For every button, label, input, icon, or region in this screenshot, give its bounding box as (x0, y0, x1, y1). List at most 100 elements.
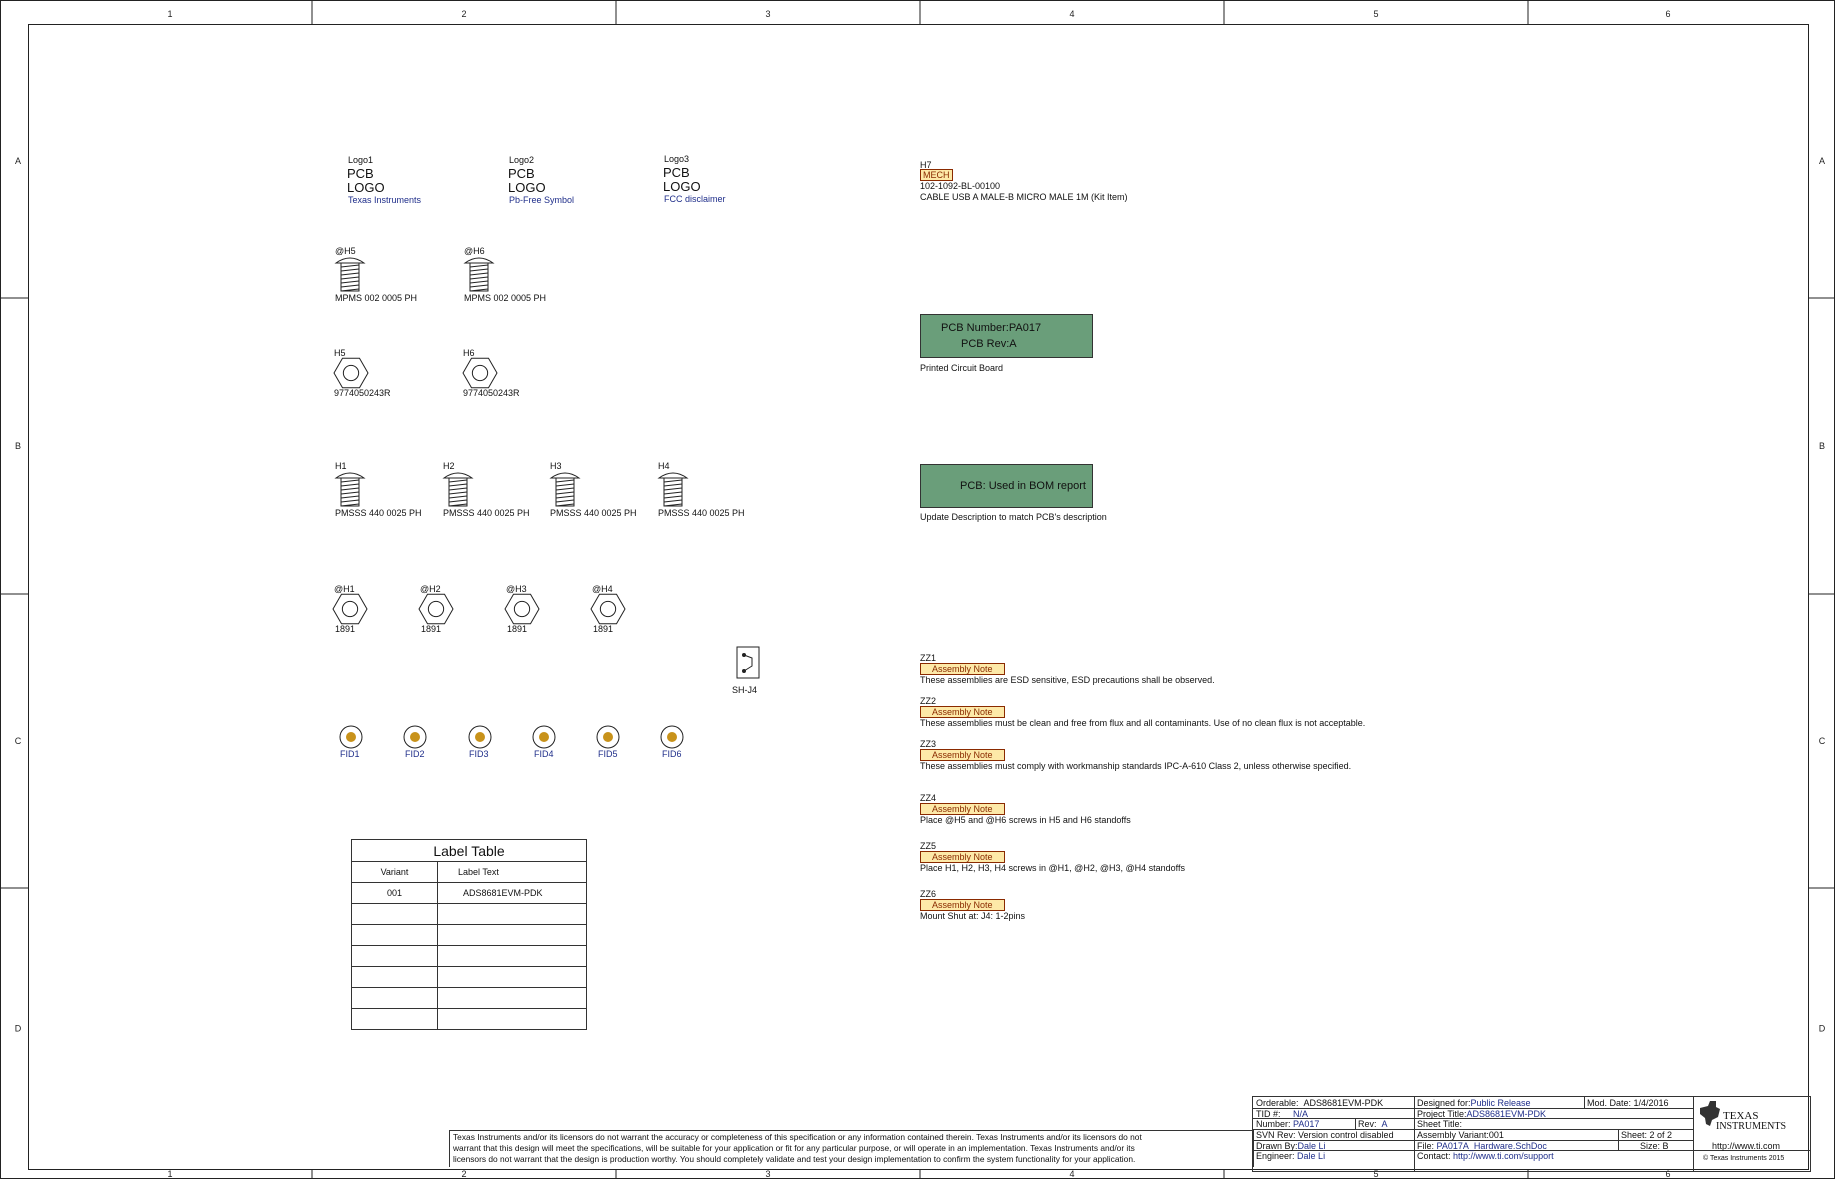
tb-sheet-title: Sheet Title: (1417, 1119, 1463, 1129)
screw-icon (463, 257, 495, 292)
tb-drawn: Drawn By:Dale Li (1256, 1141, 1326, 1151)
h7-desc: CABLE USB A MALE-B MICRO MALE 1M (Kit It… (920, 192, 1128, 202)
schematic-sheet: 112233445566A AB BC CD D (0, 0, 1835, 1179)
standoff-icon (333, 357, 369, 389)
tb-engineer: Engineer: Dale Li (1256, 1151, 1325, 1161)
zone-col-label: 2 (461, 9, 466, 19)
disclaimer-line-1: Texas Instruments and/or its licensors d… (453, 1132, 1142, 1142)
zone-col-label: 1 (167, 9, 172, 19)
standoff-icon (418, 593, 454, 625)
standoff-ref-at-h4: @H4 (592, 584, 613, 594)
fid5-label: FID5 (598, 749, 618, 759)
pcb-caption: Printed Circuit Board (920, 363, 1004, 373)
tb-number-value: PA017 (1293, 1119, 1320, 1129)
fid3-label: FID3 (469, 749, 489, 759)
screw-ref-h2: H2 (443, 461, 455, 471)
zone-col-label: 5 (1373, 9, 1378, 19)
screw-part-h1: PMSSS 440 0025 PH (335, 508, 422, 518)
standoff-part-at-h4: 1891 (593, 624, 614, 634)
screw-part-h2: PMSSS 440 0025 PH (443, 508, 530, 518)
pcb-number-text: PCB Number:PA017 (941, 322, 1042, 334)
tb-file-label: File: (1417, 1141, 1435, 1151)
logo3-line2: LOGO (663, 179, 701, 194)
standoff-part-h5: 9774050243R (334, 388, 391, 398)
screw-ref-h6: @H6 (464, 246, 485, 256)
standoff-ref-at-h2: @H2 (420, 584, 441, 594)
screw-part-h4: PMSSS 440 0025 PH (658, 508, 745, 518)
logo2-desc: Pb-Free Symbol (509, 195, 575, 205)
note-zz5-ref: ZZ5 (920, 841, 937, 851)
note-zz6-ref: ZZ6 (920, 889, 937, 899)
screw-ref-h4: H4 (658, 461, 670, 471)
table-row (351, 924, 587, 946)
note-zz3-tag: Assembly Note (920, 749, 1005, 761)
tb-engineer-label: Engineer: (1256, 1151, 1295, 1161)
fiducial-icon (596, 725, 620, 749)
screw-icon (549, 472, 581, 507)
standoff-part-h6: 9774050243R (463, 388, 520, 398)
zone-col-label: 6 (1665, 9, 1670, 19)
tb-orderable-label: Orderable: (1256, 1098, 1299, 1108)
zone-col-label: 2 (461, 1169, 466, 1179)
shunt-ref: SH-J4 (732, 685, 758, 695)
tb-engineer-value: Dale Li (1297, 1151, 1326, 1161)
standoff-ref-at-h1: @H1 (334, 584, 355, 594)
standoff-icon (332, 593, 368, 625)
label-table-col-text: Label Text (437, 861, 587, 883)
tb-drawn-value: Dale Li (1297, 1141, 1326, 1151)
note-zz1-tag: Assembly Note (920, 663, 1005, 675)
note-zz3-ref: ZZ3 (920, 739, 937, 749)
fiducial-icon (339, 725, 363, 749)
tb-project-label: Project Title: (1417, 1109, 1467, 1119)
logo1-ref: Logo1 (348, 155, 374, 165)
tb-designed-label: Designed for: (1417, 1098, 1471, 1108)
fid4-label: FID4 (534, 749, 554, 759)
standoff-icon (590, 593, 626, 625)
standoff-part-at-h2: 1891 (421, 624, 442, 634)
note-zz4-tag: Assembly Note (920, 803, 1005, 815)
tb-contact-value[interactable]: http://www.ti.com/support (1453, 1151, 1554, 1161)
note-zz3-text: These assemblies must comply with workma… (920, 761, 1352, 771)
screw-ref-h5: @H5 (335, 246, 356, 256)
note-zz2-text: These assemblies must be clean and free … (920, 718, 1366, 728)
standoff-ref-at-h3: @H3 (506, 584, 527, 594)
tb-variant: Assembly Variant:001 (1417, 1130, 1504, 1140)
logo3-ref: Logo3 (664, 154, 690, 164)
standoff-ref-h6: H6 (463, 348, 475, 358)
logo1-line2: LOGO (347, 180, 385, 195)
tb-tid-value: N/A (1293, 1109, 1309, 1119)
tb-rev: Rev: A (1358, 1119, 1388, 1129)
note-zz2-tag: Assembly Note (920, 706, 1005, 718)
tb-file-value: PA017A_Hardware.SchDoc (1436, 1141, 1547, 1151)
fid1-label: FID1 (340, 749, 360, 759)
tb-file: File: PA017A_Hardware.SchDoc (1417, 1141, 1547, 1151)
standoff-icon (462, 357, 498, 389)
note-zz1-ref: ZZ1 (920, 653, 937, 663)
screw-icon (442, 472, 474, 507)
screw-part-h3: PMSSS 440 0025 PH (550, 508, 637, 518)
tb-drawn-label: Drawn By: (1256, 1141, 1298, 1151)
screw-part-h5: MPMS 002 0005 PH (335, 293, 418, 303)
zone-col-label: 1 (167, 1169, 172, 1179)
tb-tid: TID #: N/A (1256, 1109, 1308, 1119)
zone-row-label: D (1819, 1024, 1826, 1034)
note-zz4-text: Place @H5 and @H6 screws in H5 and H6 st… (920, 815, 1131, 825)
tb-sheet: Sheet: 2 of 2 (1621, 1130, 1673, 1140)
screw-icon (334, 472, 366, 507)
mech-tag: MECH (920, 169, 953, 181)
zone-col-label: 3 (765, 1169, 770, 1179)
logo2-line1: PCB (508, 166, 535, 181)
zone-row-label: B (15, 441, 21, 451)
tb-copyright: © Texas Instruments 2015 (1703, 1155, 1785, 1162)
tb-url[interactable]: http://www.ti.com (1712, 1141, 1780, 1151)
disclaimer-box: Texas Instruments and/or its licensors d… (449, 1130, 1254, 1167)
standoff-part-at-h1: 1891 (335, 624, 356, 634)
disclaimer-text: Texas Instruments and/or its licensors d… (453, 1132, 1253, 1165)
logo3-line1: PCB (663, 165, 690, 180)
tb-rev-value: A (1381, 1119, 1388, 1129)
tb-project-value: ADS8681EVM-PDK (1466, 1109, 1547, 1119)
label-table-title: Label Table (351, 839, 587, 862)
note-zz5-text: Place H1, H2, H3, H4 screws in @H1, @H2,… (920, 863, 1185, 873)
logo1-desc: Texas Instruments (348, 195, 422, 205)
title-block: Orderable: ADS8681EVM-PDK TID #: N/A Num… (1252, 1096, 1811, 1172)
